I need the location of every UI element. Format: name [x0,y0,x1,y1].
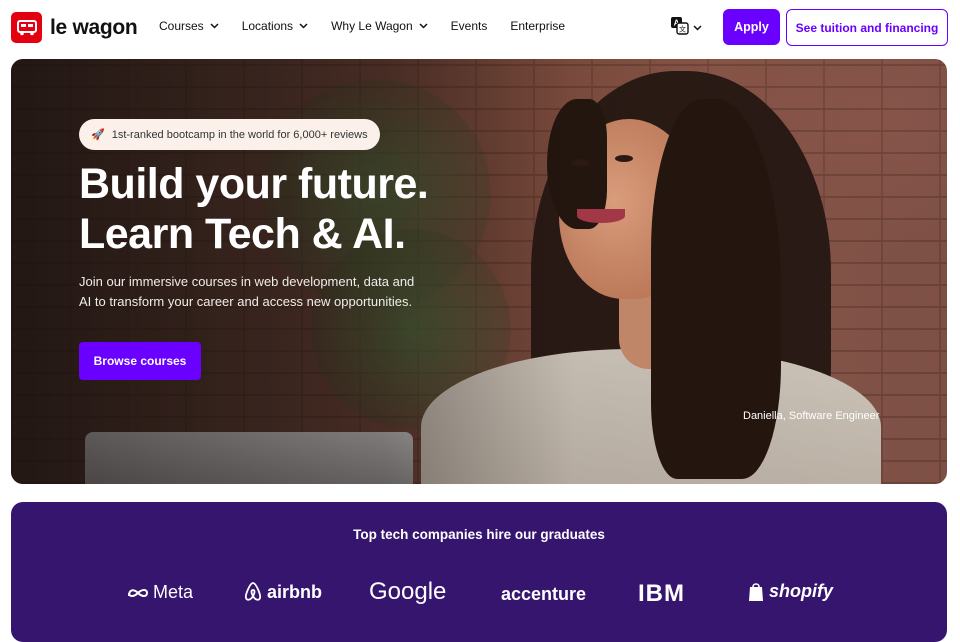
google-logo: Google [369,578,447,605]
brand-name: le wagon [50,15,138,39]
shopify-logo: shopify [747,581,833,602]
translate-icon: A 文 [670,16,689,40]
menu-item-label: Locations [241,19,294,33]
browse-courses-button[interactable]: Browse courses [79,342,201,380]
chevron-down-icon [210,23,219,29]
rocket-icon: 🚀 [91,129,105,141]
hero-title: Build your future. Learn Tech & AI. [79,159,539,259]
ranking-badge: 🚀 1st-ranked bootcamp in the world for 6… [79,119,380,150]
shopify-bag-icon [749,583,763,601]
le-wagon-logo[interactable]: le wagon [11,12,138,43]
menu-item-locations[interactable]: Locations [242,19,308,33]
airbnb-logo: airbnb [243,581,322,603]
hiring-companies-section: Top tech companies hire our graduates Me… [11,502,947,642]
menu-item-why-le-wagon[interactable]: Why Le Wagon [331,19,428,33]
meta-logo: Meta [127,582,193,603]
hero-title-line: Learn Tech & AI. [79,210,406,258]
top-navigation: le wagon Courses Locations Why Le Wagon … [0,0,960,56]
section-title: Top tech companies hire our graduates [353,527,605,542]
photo-caption: Daniella, Software Engineer [743,410,880,422]
chevron-down-icon [419,23,428,29]
hero-section: 🚀 1st-ranked bootcamp in the world for 6… [11,59,947,484]
menu-item-label: Enterprise [510,19,566,33]
svg-text:文: 文 [679,25,686,34]
menu-item-courses[interactable]: Courses [159,19,219,33]
apply-button[interactable]: Apply [723,9,780,45]
menu-item-enterprise[interactable]: Enterprise [510,19,565,33]
bus-icon [11,12,42,43]
main-menu: Courses Locations Why Le Wagon Events En… [159,19,588,33]
menu-item-label: Courses [159,19,204,33]
hero-subtitle: Join our immersive courses in web develo… [79,274,415,309]
menu-item-label: Events [450,19,488,33]
ibm-logo: IBM [638,580,685,607]
menu-item-label: Why Le Wagon [331,19,413,33]
hero-title-line: Build your future. [79,160,429,208]
accenture-logo: accenture [501,584,587,604]
tuition-financing-button[interactable]: See tuition and financing [786,9,948,46]
language-selector[interactable]: A 文 [670,16,702,40]
airbnb-belo-icon [244,582,262,601]
meta-infinity-icon [128,588,149,597]
chevron-down-icon [693,25,702,31]
chevron-down-icon [299,23,308,29]
ranking-badge-text: 1st-ranked bootcamp in the world for 6,0… [111,128,368,141]
menu-item-events[interactable]: Events [451,19,488,33]
